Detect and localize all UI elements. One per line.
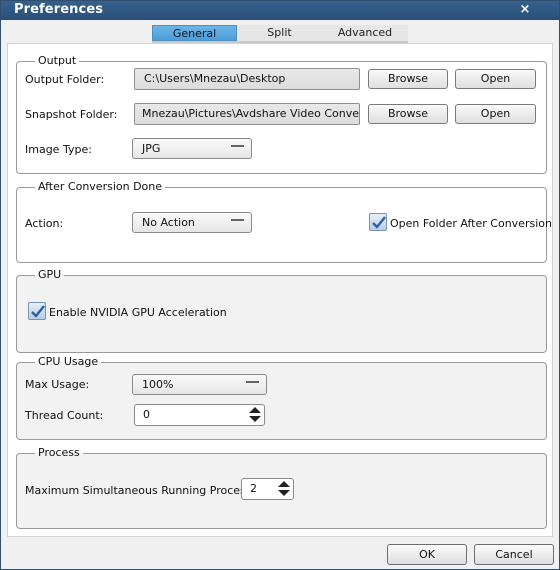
action-value: No Action (142, 216, 195, 229)
spin-down-icon[interactable] (278, 490, 290, 496)
window-title: Preferences (14, 2, 104, 17)
tab-split[interactable]: Split (237, 25, 322, 41)
image-type-label: Image Type: (25, 143, 92, 156)
title-bar: Preferences × (1, 1, 559, 20)
chevron-down-icon (231, 219, 244, 222)
max-processes-value: 2 (250, 482, 257, 495)
max-usage-label: Max Usage: (25, 378, 90, 391)
nvidia-label: Enable NVIDIA GPU Acceleration (49, 306, 227, 319)
open-folder-checkbox[interactable] (369, 213, 387, 231)
thread-count-label: Thread Count: (25, 409, 104, 422)
action-label: Action: (25, 217, 64, 230)
nvidia-checkbox[interactable] (28, 302, 46, 320)
spin-up-icon[interactable] (278, 481, 290, 487)
cpu-usage-group: CPU Usage (16, 355, 547, 440)
checkmark-icon (372, 216, 386, 229)
tab-general[interactable]: General (152, 25, 237, 41)
open-folder-label: Open Folder After Conversion (390, 217, 552, 230)
tab-bar: General Split Advanced (152, 25, 408, 44)
cpu-usage-legend: CPU Usage (35, 355, 102, 368)
spin-up-icon[interactable] (249, 407, 261, 413)
max-usage-dropdown[interactable]: 100% (132, 374, 267, 395)
max-processes-spinner[interactable]: 2 (241, 478, 294, 500)
max-processes-label: Maximum Simultaneous Running Processes: (25, 484, 268, 497)
ok-button[interactable]: OK (387, 544, 467, 565)
action-dropdown[interactable]: No Action (132, 212, 252, 233)
thread-count-spinner[interactable]: 0 (134, 404, 265, 426)
tab-advanced[interactable]: Advanced (322, 25, 408, 41)
gpu-legend: GPU (35, 268, 65, 281)
process-legend: Process (35, 446, 83, 459)
after-conversion-legend: After Conversion Done (35, 180, 166, 193)
image-type-value: JPG (142, 142, 161, 155)
output-open-button[interactable]: Open (455, 69, 536, 89)
thread-count-value: 0 (143, 408, 150, 421)
output-folder-label: Output Folder: (25, 73, 105, 86)
preferences-window: Preferences × General Split Advanced Out… (0, 0, 560, 570)
snapshot-browse-button[interactable]: Browse (368, 104, 448, 124)
output-folder-field[interactable]: C:\Users\Mnezau\Desktop (134, 68, 360, 90)
max-usage-value: 100% (142, 378, 174, 391)
output-browse-button[interactable]: Browse (368, 69, 448, 89)
snapshot-folder-field[interactable]: Mnezau\Pictures\Avdshare Video Converter (134, 103, 360, 125)
image-type-dropdown[interactable]: JPG (132, 138, 252, 159)
general-panel: Output Output Folder: C:\Users\Mnezau\De… (7, 43, 553, 537)
chevron-down-icon (231, 145, 244, 148)
checkmark-icon (31, 305, 45, 318)
cancel-button[interactable]: Cancel (474, 544, 554, 565)
close-icon[interactable]: × (515, 2, 535, 18)
snapshot-open-button[interactable]: Open (455, 104, 536, 124)
output-legend: Output (35, 54, 80, 67)
chevron-down-icon (246, 381, 259, 384)
snapshot-folder-label: Snapshot Folder: (25, 108, 118, 121)
spin-down-icon[interactable] (249, 416, 261, 422)
